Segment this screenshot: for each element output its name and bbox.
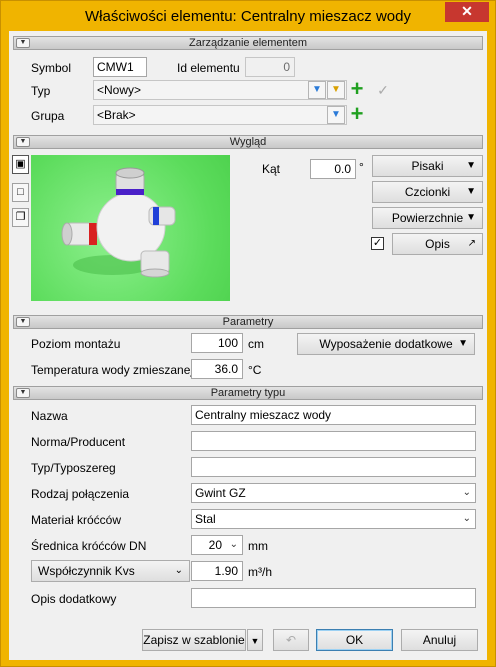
group-browse-icon[interactable]: ▼: [327, 106, 345, 124]
chevron-down-icon: ⌄: [462, 513, 471, 524]
kvs-coefficient-label: Współczynnik Kvs: [38, 564, 135, 578]
dialog-window: Właściwości elementu: Centralny mieszacz…: [0, 0, 496, 667]
open-external-icon: ↗: [467, 238, 476, 249]
kvs-coefficient-select[interactable]: Współczynnik Kvs ⌄: [31, 560, 190, 582]
chevron-down-icon: ⌄: [229, 539, 238, 550]
angle-label: Kąt: [262, 162, 281, 176]
group-field[interactable]: <Brak>: [93, 105, 347, 125]
name-label: Nazwa: [31, 409, 68, 423]
type-browse-icon[interactable]: ▼: [308, 81, 326, 99]
kvs-coefficient-unit: m³/h: [248, 565, 272, 579]
section-element-management[interactable]: ▼ Zarządzanie elementem: [13, 36, 483, 50]
mixed-water-temp-label: Temperatura wody zmieszanej: [31, 363, 194, 377]
description-button[interactable]: Opis ↗: [392, 233, 483, 255]
fonts-button[interactable]: Czcionki ▼: [372, 181, 483, 203]
chevron-down-icon: ⌄: [174, 565, 183, 576]
element-id-field: 0: [245, 57, 295, 77]
dropdown-arrow-icon: ▼: [466, 212, 476, 223]
type-label: Typ: [31, 84, 51, 98]
connection-type-select[interactable]: Gwint GZ ⌄: [191, 483, 476, 503]
group-label: Grupa: [31, 109, 65, 123]
nozzle-diameter-unit: mm: [248, 539, 268, 553]
cancel-button[interactable]: Anuluj: [401, 629, 478, 651]
dropdown-arrow-icon: ▼: [250, 636, 260, 646]
section-appearance[interactable]: ▼ Wygląd: [13, 135, 483, 149]
add-type-icon[interactable]: +: [347, 78, 367, 100]
connection-type-value: Gwint GZ: [195, 486, 246, 500]
pens-button-label: Pisaki: [411, 159, 444, 173]
norm-producer-label: Norma/Producent: [31, 435, 126, 449]
symbol-label: Symbol: [31, 61, 72, 75]
section-title: Zarządzanie elementem: [188, 37, 307, 49]
nozzle-material-label: Materiał króćców: [31, 513, 122, 527]
description-checkbox[interactable]: ✓: [371, 237, 384, 250]
fonts-button-label: Czcionki: [404, 185, 451, 199]
extra-description-label: Opis dodatkowy: [31, 592, 117, 606]
type-series-input[interactable]: [191, 457, 476, 477]
section-title: Parametry: [222, 316, 274, 328]
mixed-water-temp-unit: °C: [248, 363, 262, 377]
nozzle-diameter-select[interactable]: 20 ⌄: [191, 535, 243, 555]
connection-type-label: Rodzaj połączenia: [31, 487, 130, 501]
type-tag-icon[interactable]: ▼: [327, 81, 345, 99]
nozzle-material-select[interactable]: Stal ⌄: [191, 509, 476, 529]
mounting-level-input[interactable]: 100: [191, 333, 243, 353]
dropdown-arrow-icon: ▼: [458, 338, 468, 349]
mixed-water-temp-input[interactable]: 36.0: [191, 359, 243, 379]
kvs-coefficient-input[interactable]: 1.90: [191, 561, 243, 581]
element-id-label: Id elementu: [177, 61, 240, 75]
nozzle-material-value: Stal: [195, 512, 216, 526]
undo-button[interactable]: ↶: [273, 629, 309, 651]
dropdown-arrow-icon: ▼: [466, 160, 476, 171]
chevron-down-icon: ⌄: [462, 487, 471, 498]
section-parameters[interactable]: ▼ Parametry: [13, 315, 483, 329]
save-template-button[interactable]: Zapisz w szablonie: [142, 629, 246, 651]
ok-button[interactable]: OK: [316, 629, 393, 651]
surfaces-button[interactable]: Powierzchnie ▼: [372, 207, 483, 229]
description-button-label: Opis: [425, 237, 450, 251]
mounting-level-unit: cm: [248, 337, 264, 351]
pens-button[interactable]: Pisaki ▼: [372, 155, 483, 177]
section-type-parameters[interactable]: ▼ Parametry typu: [13, 386, 483, 400]
undo-icon: ↶: [285, 633, 297, 647]
dropdown-arrow-icon: ▼: [466, 186, 476, 197]
title-bar[interactable]: Właściwości elementu: Centralny mieszacz…: [1, 1, 495, 31]
angle-input[interactable]: 0.0: [310, 159, 356, 179]
view-folder-tool-icon[interactable]: □: [12, 183, 29, 202]
window-title: Właściwości elementu: Centralny mieszacz…: [85, 8, 411, 25]
mounting-level-label: Poziom montażu: [31, 337, 121, 351]
nozzle-diameter-label: Średnica króćców DN: [31, 539, 147, 553]
element-preview-image: [31, 155, 230, 301]
surfaces-button-label: Powierzchnie: [391, 211, 464, 225]
symbol-input[interactable]: CMW1: [93, 57, 147, 77]
section-title: Wygląd: [229, 136, 267, 148]
save-template-dropdown[interactable]: ▼: [247, 629, 263, 651]
type-series-label: Typ/Typoszereg: [31, 461, 116, 475]
confirm-type-icon[interactable]: ✓: [373, 80, 393, 100]
view-3d-tool-icon[interactable]: ▣: [12, 155, 29, 174]
close-button[interactable]: ✕: [445, 2, 489, 22]
mixer-3d-model: [61, 167, 176, 278]
norm-producer-input[interactable]: [191, 431, 476, 451]
extra-equipment-label: Wyposażenie dodatkowe: [319, 337, 453, 351]
extra-equipment-button[interactable]: Wyposażenie dodatkowe ▼: [297, 333, 475, 355]
angle-unit: °: [359, 160, 364, 174]
nozzle-diameter-value: 20: [208, 538, 222, 552]
add-group-icon[interactable]: +: [347, 103, 367, 125]
view-box-tool-icon[interactable]: ❐: [12, 208, 29, 227]
extra-description-input[interactable]: [191, 588, 476, 608]
name-input[interactable]: Centralny mieszacz wody: [191, 405, 476, 425]
dialog-client-area: ▼ Zarządzanie elementem Symbol CMW1 Id e…: [9, 31, 487, 660]
section-title: Parametry typu: [210, 387, 286, 399]
